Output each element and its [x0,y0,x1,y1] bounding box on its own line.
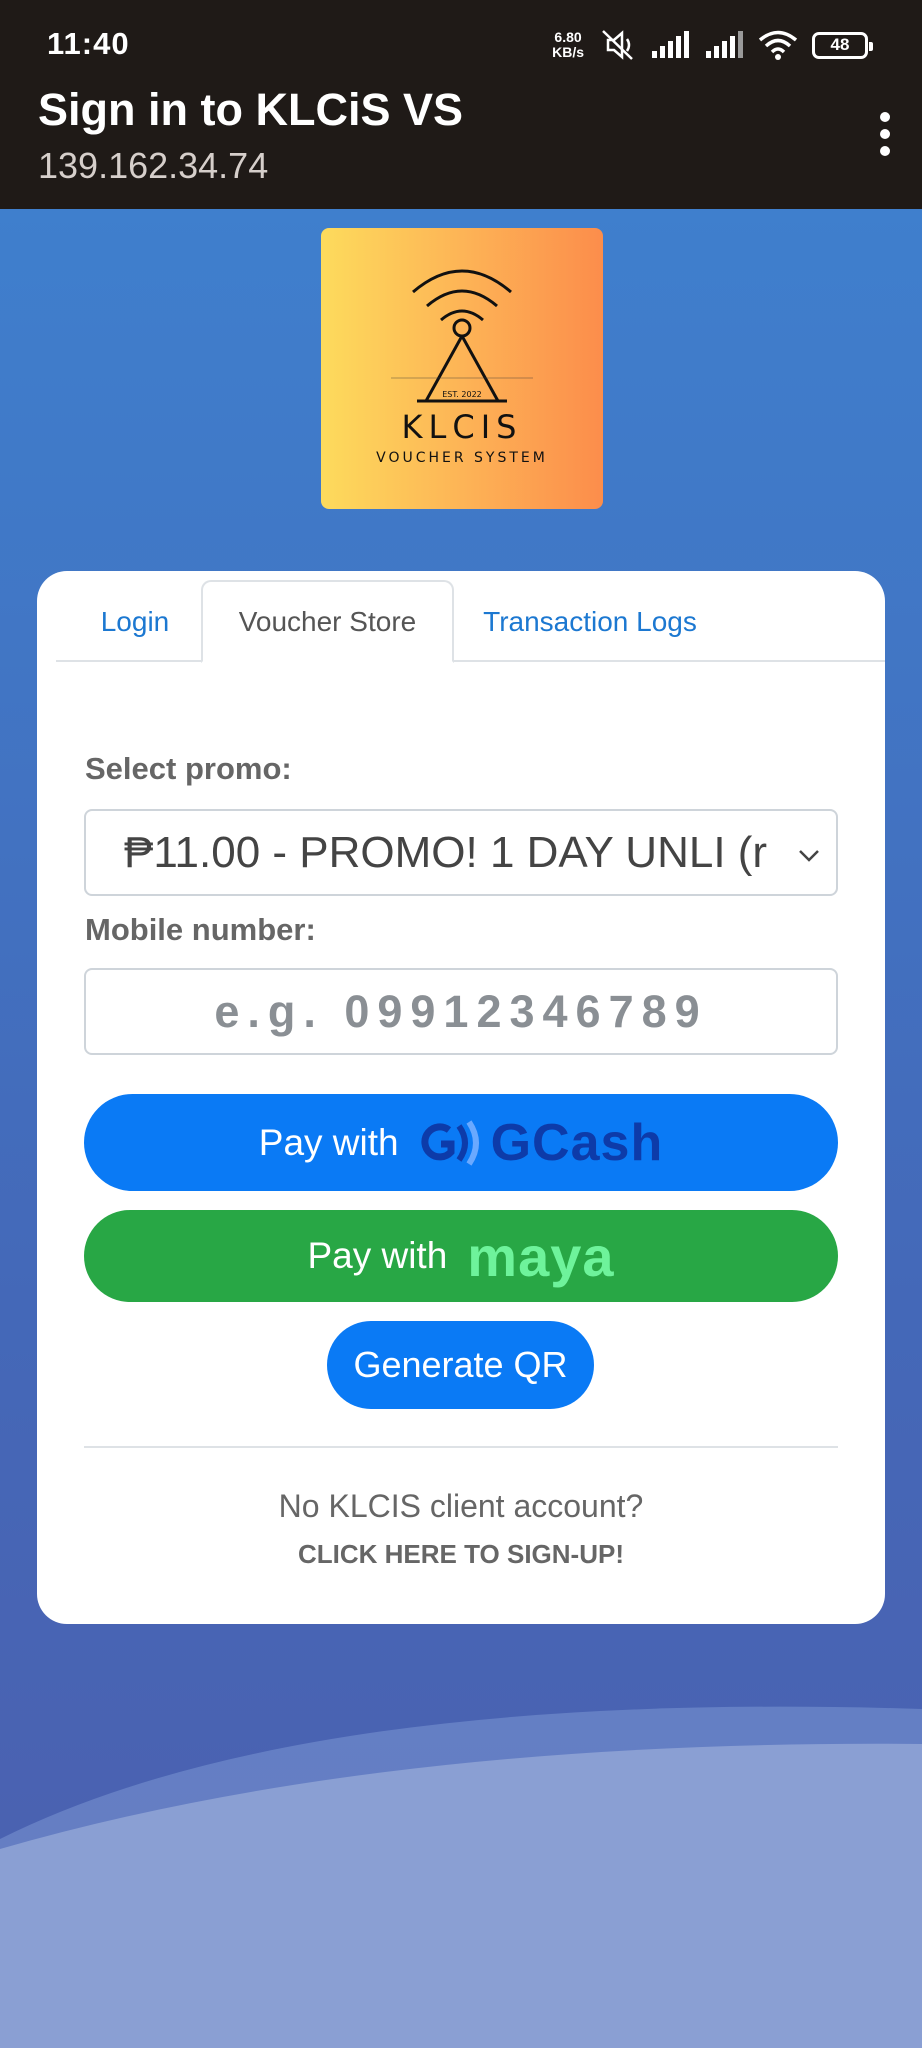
logo-sub-text: VOUCHER SYSTEM [376,450,548,466]
battery-icon: 48 [812,31,873,59]
app-header: 11:40 6.80 KB/s 48 Sign in to KLCiS VS 1… [0,0,922,209]
divider [84,1446,838,1448]
network-speed: 6.80 KB/s [552,30,584,60]
no-account-text: No KLCIS client account? [278,1488,644,1524]
mute-icon [602,30,633,60]
signal-icon-2 [706,31,743,58]
signup-link[interactable]: CLICK HERE TO SIGN-UP! [37,1539,885,1570]
tab-bar: Login Voucher Store Transaction Logs [56,571,885,663]
gcash-brand: GCash [419,1113,664,1173]
status-icons: 6.80 KB/s 48 [552,28,873,62]
gcash-logo-icon [421,1119,479,1166]
mobile-number-input[interactable] [84,968,838,1055]
page-title: Sign in to KLCiS VS [38,84,463,135]
generate-qr-button[interactable]: Generate QR [327,1321,594,1409]
more-options-icon[interactable] [880,112,892,156]
speed-unit: KB/s [552,44,584,60]
signal-icon-1 [652,31,689,58]
gcash-prefix: Pay with [258,1121,399,1163]
wifi-icon [758,30,798,60]
pay-gcash-button[interactable]: Pay with GCash [84,1094,838,1191]
mobile-label: Mobile number: [85,912,316,947]
pay-maya-button[interactable]: Pay with maya [84,1210,838,1302]
status-time: 11:40 [47,26,130,61]
voucher-card: Login Voucher Store Transaction Logs Sel… [37,571,885,1624]
logo-main-text: KLCIS [402,408,523,446]
promo-label: Select promo: [85,751,292,786]
speed-value: 6.80 [554,29,582,45]
promo-select[interactable]: ₱11.00 - PROMO! 1 DAY UNLI (r [84,809,838,896]
klcis-logo: EST. 2022 KLCIS VOUCHER SYSTEM [321,228,603,509]
gcash-brand-text: GCash [490,1113,664,1172]
page-subtitle: 139.162.34.74 [38,145,269,186]
chevron-down-icon [799,850,819,862]
tower-logo-icon: EST. 2022 KLCIS VOUCHER SYSTEM [376,269,548,466]
maya-prefix: Pay with [307,1235,448,1276]
tab-transaction-logs[interactable]: Transaction Logs [460,580,720,663]
tab-voucher-store[interactable]: Voucher Store [201,580,454,663]
maya-brand-text: maya [467,1224,615,1288]
promo-selected-value: ₱11.00 - PROMO! 1 DAY UNLI (r [124,827,768,877]
logo-est-text: EST. 2022 [442,390,482,399]
tab-login[interactable]: Login [75,580,195,663]
